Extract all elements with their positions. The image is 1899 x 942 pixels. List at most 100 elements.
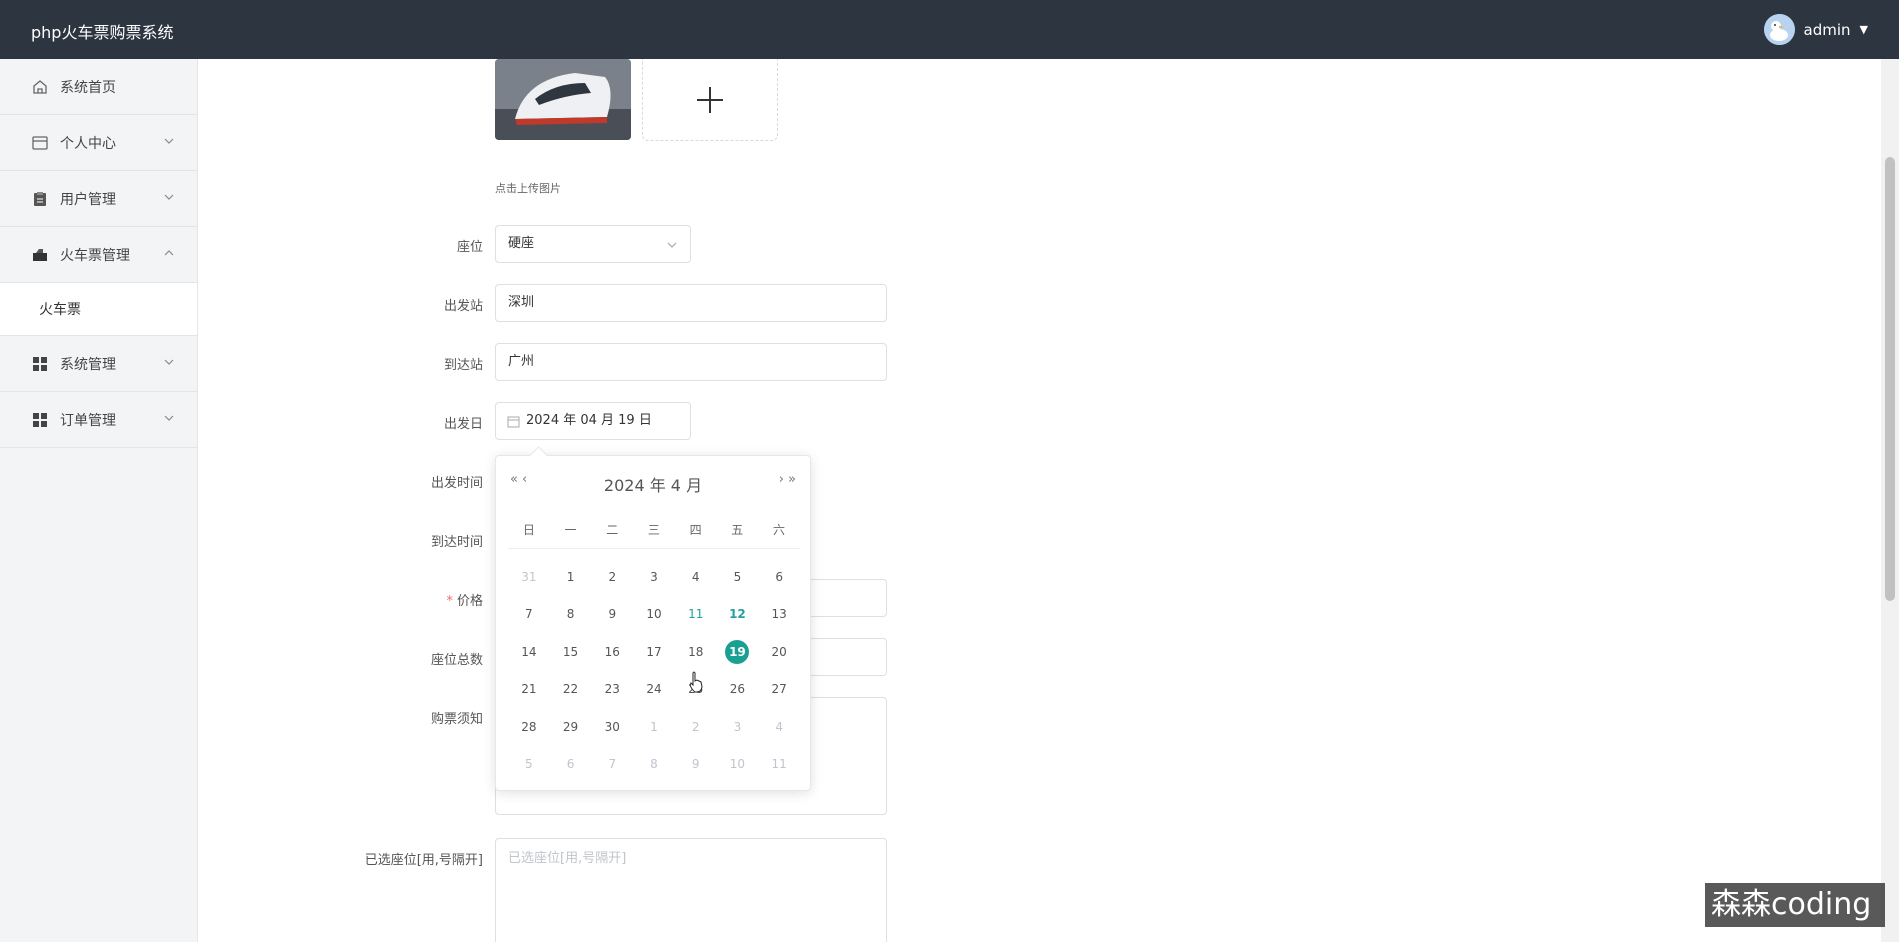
- sidebar-item-ticket-management[interactable]: 火车票管理: [0, 227, 197, 283]
- calendar-day-number: 7: [608, 757, 617, 772]
- calendar-day[interactable]: 24: [633, 671, 675, 709]
- departure-station-input[interactable]: 深圳: [495, 284, 887, 322]
- clipboard-icon: [34, 191, 46, 206]
- calendar-day[interactable]: 1: [633, 708, 675, 746]
- calendar-day[interactable]: 31: [508, 558, 550, 596]
- sidebar-item-system[interactable]: 系统管理: [0, 336, 197, 392]
- calendar-day[interactable]: 10: [633, 596, 675, 634]
- calendar-day[interactable]: 3: [633, 558, 675, 596]
- calendar-day[interactable]: 19: [717, 633, 759, 671]
- card-icon: [32, 135, 48, 150]
- train-image-thumbnail[interactable]: [495, 59, 631, 140]
- calendar-day[interactable]: 9: [675, 746, 717, 784]
- total-seats-label: 座位总数: [430, 653, 483, 668]
- calendar-day[interactable]: 2: [675, 708, 717, 746]
- avatar[interactable]: [1763, 14, 1795, 45]
- next-year-button[interactable]: »: [788, 472, 796, 487]
- departure-date-value: 2024 年 04 月 19 日: [526, 413, 652, 428]
- calendar-day[interactable]: 21: [508, 671, 550, 709]
- calendar-day[interactable]: 5: [717, 558, 759, 596]
- calendar-day-number: 31: [521, 569, 537, 584]
- sidebar-item-label: 用户管理: [60, 191, 116, 208]
- calendar-day[interactable]: 1: [550, 558, 592, 596]
- user-name[interactable]: admin: [1804, 21, 1851, 39]
- caret-down-icon[interactable]: ▼: [1860, 23, 1868, 36]
- hand-cursor-icon: [689, 671, 703, 693]
- calendar-day[interactable]: 11: [675, 596, 717, 634]
- calendar-day-number: 17: [646, 644, 662, 659]
- calendar-day[interactable]: 10: [717, 746, 759, 784]
- calendar-day[interactable]: 17: [633, 633, 675, 671]
- sidebar-item-home[interactable]: 系统首页: [0, 59, 197, 115]
- calendar-day-number: 9: [691, 757, 700, 772]
- calendar-icon: [507, 416, 520, 428]
- next-month-button[interactable]: ›: [779, 472, 784, 487]
- calendar-day[interactable]: 4: [758, 708, 800, 746]
- price-label-text: 价格: [456, 594, 483, 609]
- calendar-day-number: 28: [521, 719, 537, 734]
- calendar-day-number: 10: [646, 607, 662, 622]
- sidebar-item-label: 个人中心: [60, 135, 116, 152]
- calendar-day-number: 30: [604, 719, 620, 734]
- calendar-day[interactable]: 14: [508, 633, 550, 671]
- sidebar-item-label: 系统管理: [60, 356, 116, 373]
- grid-icon: [33, 356, 47, 371]
- selected-seats-textarea[interactable]: 已选座位[用,号隔开]: [495, 838, 887, 942]
- sidebar-item-users[interactable]: 用户管理: [0, 171, 197, 227]
- price-label: * 价格: [223, 590, 483, 609]
- user-menu[interactable]: admin ▼: [1763, 14, 1868, 45]
- sidebar-item-label: 火车票管理: [60, 247, 130, 264]
- calendar-day[interactable]: 12: [717, 596, 759, 634]
- calendar-day-number: 12: [729, 607, 746, 622]
- sidebar-subitem-ticket[interactable]: 火车票: [0, 283, 197, 336]
- calendar-day[interactable]: 15: [550, 633, 592, 671]
- calendar-day[interactable]: 7: [508, 596, 550, 634]
- seat-select-value: 硬座: [508, 236, 535, 251]
- weekday-label: 日: [522, 523, 535, 537]
- calendar-day-number: 1: [650, 719, 658, 734]
- calendar-day[interactable]: 22: [550, 671, 592, 709]
- calendar-day[interactable]: 4: [675, 558, 717, 596]
- departure-date-input[interactable]: 2024 年 04 月 19 日: [495, 402, 691, 440]
- calendar-day[interactable]: 8: [550, 596, 592, 634]
- required-mark: *: [446, 594, 453, 609]
- calendar-day[interactable]: 20: [758, 633, 800, 671]
- calendar-day-number: 26: [729, 682, 746, 697]
- departure-time-label: 出发时间: [430, 476, 483, 491]
- calendar-day[interactable]: 3: [717, 708, 759, 746]
- calendar-day[interactable]: 6: [550, 746, 592, 784]
- calendar-day-number: 11: [688, 607, 704, 622]
- picker-arrow: [529, 446, 548, 465]
- weekday-label: 四: [689, 523, 702, 537]
- weekday-label: 三: [647, 523, 660, 537]
- upload-button[interactable]: [642, 59, 778, 141]
- calendar-day[interactable]: 9: [591, 596, 633, 634]
- calendar-day[interactable]: 30: [591, 708, 633, 746]
- calendar-day[interactable]: 16: [591, 633, 633, 671]
- calendar-day[interactable]: 7: [591, 746, 633, 784]
- calendar-day[interactable]: 8: [633, 746, 675, 784]
- sidebar-item-profile[interactable]: 个人中心: [0, 115, 197, 171]
- scrollbar-thumb-handle[interactable]: [1885, 157, 1895, 601]
- calendar-day[interactable]: 27: [758, 671, 800, 709]
- calendar-day-number: 3: [650, 569, 658, 584]
- weekday-label: 二: [606, 523, 619, 537]
- calendar-day[interactable]: 13: [758, 596, 800, 634]
- weekday-label: 一: [564, 523, 577, 537]
- calendar-day[interactable]: 29: [550, 708, 592, 746]
- arrival-station-input[interactable]: 广州: [495, 343, 887, 381]
- calendar-day-number: 4: [691, 569, 700, 584]
- calendar-day[interactable]: 23: [591, 671, 633, 709]
- calendar-day[interactable]: 26: [717, 671, 759, 709]
- calendar-day[interactable]: 28: [508, 708, 550, 746]
- calendar-day[interactable]: 5: [508, 746, 550, 784]
- seat-select[interactable]: 硬座: [495, 225, 691, 263]
- calendar-day[interactable]: 6: [758, 558, 800, 596]
- train-photo: [495, 59, 631, 140]
- calendar-day[interactable]: 11: [758, 746, 800, 784]
- calendar-day[interactable]: 2: [591, 558, 633, 596]
- calendar-day[interactable]: 18: [675, 633, 717, 671]
- picker-title[interactable]: 2024 年 4 月: [496, 472, 810, 496]
- sidebar-item-orders[interactable]: 订单管理: [0, 392, 197, 448]
- chevron-down-icon: [667, 242, 677, 248]
